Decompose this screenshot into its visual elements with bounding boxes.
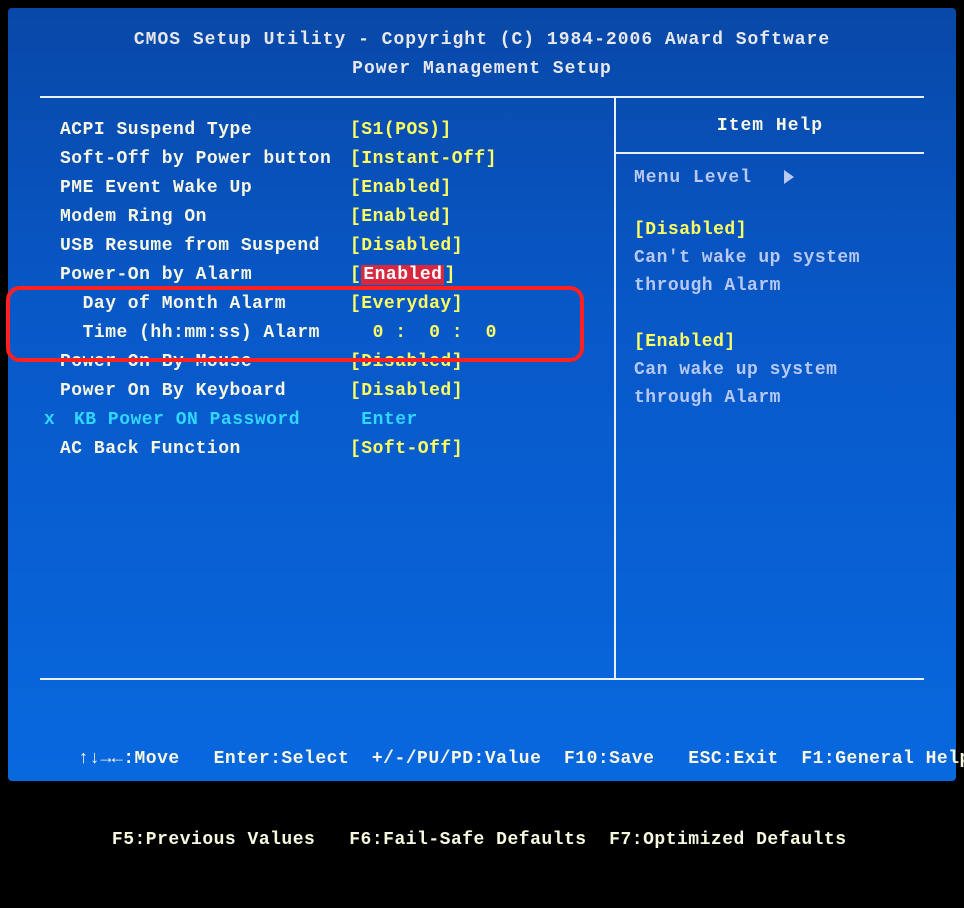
setting-label: ACPI Suspend Type	[60, 116, 350, 145]
setting-ac-back-function[interactable]: AC Back Function [Soft-Off]	[60, 435, 606, 464]
setting-label: KB Power ON Password	[60, 406, 350, 435]
setting-value: [Instant-Off]	[350, 145, 497, 174]
help-block-enabled: [Enabled] Can wake up system through Ala…	[634, 328, 906, 412]
help-key: [Enabled]	[634, 328, 906, 356]
setting-day-of-month-alarm[interactable]: Day of Month Alarm [Everyday]	[60, 290, 606, 319]
setting-value: [Soft-Off]	[350, 435, 463, 464]
help-panel: Item Help Menu Level [Disabled] Can't wa…	[614, 98, 924, 678]
setting-label: PME Event Wake Up	[60, 174, 350, 203]
menu-level-label: Menu Level	[634, 168, 752, 188]
setting-modem-ring-on[interactable]: Modem Ring On [Enabled]	[60, 203, 606, 232]
help-text: Can't wake up system through Alarm	[634, 244, 906, 300]
bios-screen: CMOS Setup Utility - Copyright (C) 1984-…	[8, 8, 956, 781]
content-area: ACPI Suspend Type [S1(POS)] Soft-Off by …	[40, 96, 924, 680]
setting-label: Day of Month Alarm	[60, 290, 350, 319]
setting-value: 0 : 0 : 0	[350, 319, 497, 348]
help-key: [Disabled]	[634, 216, 906, 244]
settings-panel: ACPI Suspend Type [S1(POS)] Soft-Off by …	[40, 98, 614, 678]
setting-label: USB Resume from Suspend	[60, 232, 350, 261]
setting-value: [Enabled]	[350, 261, 456, 290]
setting-value: [Disabled]	[350, 377, 463, 406]
bios-header: CMOS Setup Utility - Copyright (C) 1984-…	[8, 8, 956, 96]
setting-acpi-suspend-type[interactable]: ACPI Suspend Type [S1(POS)]	[60, 116, 606, 145]
setting-value: [Enabled]	[350, 203, 452, 232]
header-page-title: Power Management Setup	[8, 55, 956, 84]
help-text: Can wake up system through Alarm	[634, 356, 906, 412]
header-copyright: CMOS Setup Utility - Copyright (C) 1984-…	[8, 26, 956, 55]
setting-power-on-by-alarm[interactable]: Power-On by Alarm [Enabled]	[60, 261, 606, 290]
setting-value: [Disabled]	[350, 232, 463, 261]
setting-value: [Everyday]	[350, 290, 463, 319]
setting-label: Power On By Keyboard	[60, 377, 350, 406]
setting-value: [Enabled]	[350, 174, 452, 203]
help-divider	[616, 152, 924, 154]
setting-power-on-by-mouse[interactable]: Power On By Mouse [Disabled]	[60, 348, 606, 377]
setting-pme-event-wake-up[interactable]: PME Event Wake Up [Enabled]	[60, 174, 606, 203]
setting-value: [S1(POS)]	[350, 116, 452, 145]
help-block-disabled: [Disabled] Can't wake up system through …	[634, 216, 906, 300]
setting-soft-off-power-button[interactable]: Soft-Off by Power button [Instant-Off]	[60, 145, 606, 174]
menu-level: Menu Level	[634, 168, 906, 188]
setting-usb-resume-suspend[interactable]: USB Resume from Suspend [Disabled]	[60, 232, 606, 261]
setting-label: Power On By Mouse	[60, 348, 350, 377]
setting-label: Modem Ring On	[60, 203, 350, 232]
setting-time-alarm[interactable]: Time (hh:mm:ss) Alarm 0 : 0 : 0	[60, 319, 606, 348]
setting-value: [Disabled]	[350, 348, 463, 377]
setting-label: AC Back Function	[60, 435, 350, 464]
disabled-marker-icon: x	[44, 406, 55, 435]
setting-value: Enter	[350, 406, 418, 435]
setting-label: Power-On by Alarm	[60, 261, 350, 290]
setting-kb-power-on-password: x KB Power ON Password Enter	[60, 406, 606, 435]
setting-label: Time (hh:mm:ss) Alarm	[60, 319, 350, 348]
setting-power-on-by-keyboard[interactable]: Power On By Keyboard [Disabled]	[60, 377, 606, 406]
help-title: Item Help	[634, 116, 906, 136]
footer-keys: ↑↓→←:Move Enter:Select +/-/PU/PD:Value F…	[8, 680, 956, 908]
arrow-right-icon	[784, 170, 794, 184]
footer-line-1: ↑↓→←:Move Enter:Select +/-/PU/PD:Value F…	[78, 746, 916, 773]
setting-label: Soft-Off by Power button	[60, 145, 350, 174]
footer-line-2: F5:Previous Values F6:Fail-Safe Defaults…	[78, 827, 916, 854]
